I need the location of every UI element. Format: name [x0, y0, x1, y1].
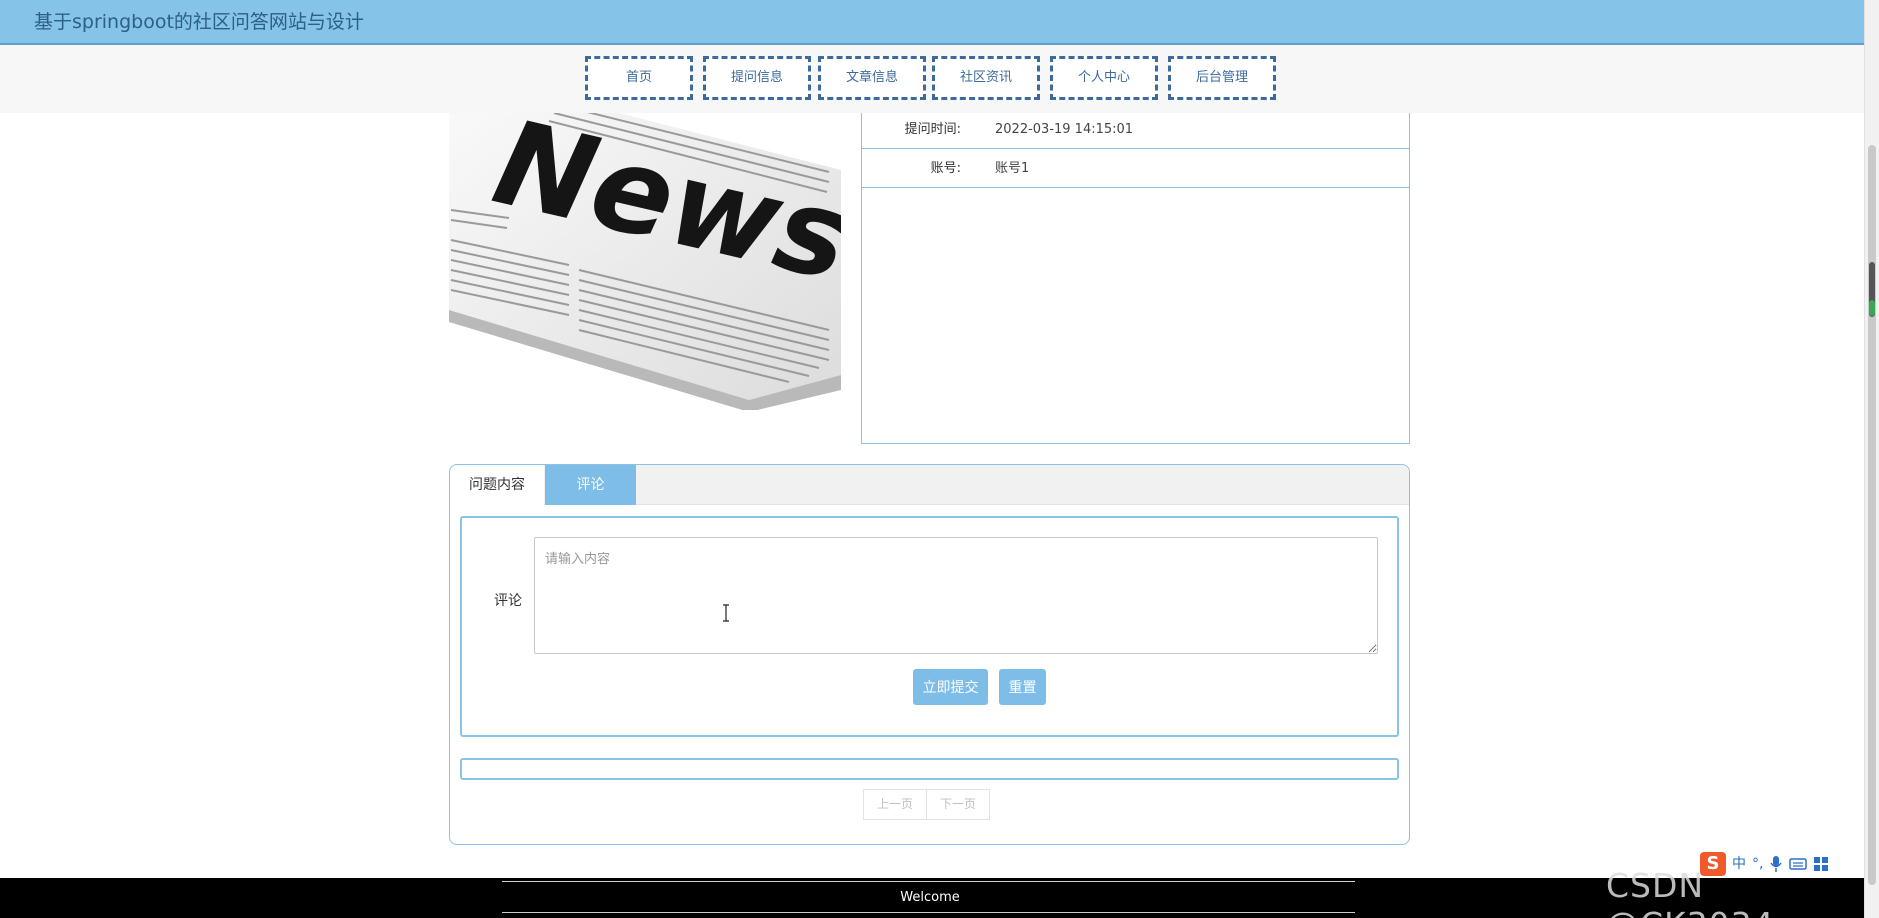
text-cursor-icon — [723, 604, 729, 622]
nav-item-articles[interactable]: 文章信息 — [818, 56, 926, 100]
nav-item-admin[interactable]: 后台管理 — [1168, 56, 1276, 100]
submit-button[interactable]: 立即提交 — [913, 669, 988, 705]
nav-item-community-news[interactable]: 社区资讯 — [932, 56, 1040, 100]
site-title: 基于springboot的社区问答网站与设计 — [34, 11, 364, 33]
punctuation-icon[interactable]: °, — [1752, 852, 1763, 876]
comment-form: 评论 立即提交 重置 — [460, 516, 1399, 737]
detail-row-account: 账号: 账号1 — [862, 149, 1409, 188]
detail-row-ask-time: 提问时间: 2022-03-19 14:15:01 — [862, 110, 1409, 149]
vertical-scrollbar[interactable] — [1864, 0, 1879, 918]
ime-toolbar: S 中 °, — [1700, 852, 1858, 876]
tabs-panel: 问题内容 评论 评论 立即提交 重置 上一页 下一页 — [449, 464, 1410, 845]
ask-time-label: 提问时间: — [904, 122, 961, 137]
comment-label: 评论 — [494, 593, 522, 609]
prev-page-button[interactable]: 上一页 — [863, 789, 928, 820]
main-nav: 首页 提问信息 文章信息 社区资讯 个人中心 后台管理 — [0, 45, 1864, 113]
ime-logo-icon[interactable]: S — [1700, 852, 1726, 876]
tab-question-content[interactable]: 问题内容 — [450, 465, 544, 505]
nav-item-questions[interactable]: 提问信息 — [703, 56, 811, 100]
page-content: News 提问时间: 2022-03-19 14:15:01 账号: 账号1 问… — [0, 0, 1864, 878]
keyboard-icon[interactable] — [1789, 857, 1808, 871]
nav-item-personal-center[interactable]: 个人中心 — [1050, 56, 1158, 100]
grid-menu-icon[interactable] — [1813, 856, 1829, 872]
comment-list — [460, 758, 1399, 780]
tab-comment[interactable]: 评论 — [545, 465, 636, 505]
question-details: 提问时间: 2022-03-19 14:15:01 账号: 账号1 — [861, 90, 1410, 444]
scrollbar-marker-green — [1869, 300, 1875, 316]
nav-item-home[interactable]: 首页 — [585, 56, 693, 100]
comment-textarea[interactable] — [534, 537, 1378, 654]
news-image: News — [449, 100, 841, 410]
microphone-icon[interactable] — [1769, 855, 1783, 873]
account-label: 账号: — [930, 161, 961, 176]
tab-bar: 问题内容 评论 — [450, 465, 1409, 505]
ask-time-value: 2022-03-19 14:15:01 — [995, 122, 1134, 137]
scrollbar-thumb[interactable] — [1868, 145, 1876, 885]
footer: Welcome — [0, 878, 1864, 918]
footer-divider-bottom — [502, 912, 1355, 913]
ime-mode-toggle[interactable]: 中 — [1732, 852, 1746, 876]
next-page-button[interactable]: 下一页 — [927, 789, 991, 820]
reset-button[interactable]: 重置 — [999, 669, 1046, 705]
account-value: 账号1 — [995, 161, 1030, 176]
top-header: 基于springboot的社区问答网站与设计 — [0, 0, 1864, 45]
pagination: 上一页 下一页 — [863, 789, 991, 820]
